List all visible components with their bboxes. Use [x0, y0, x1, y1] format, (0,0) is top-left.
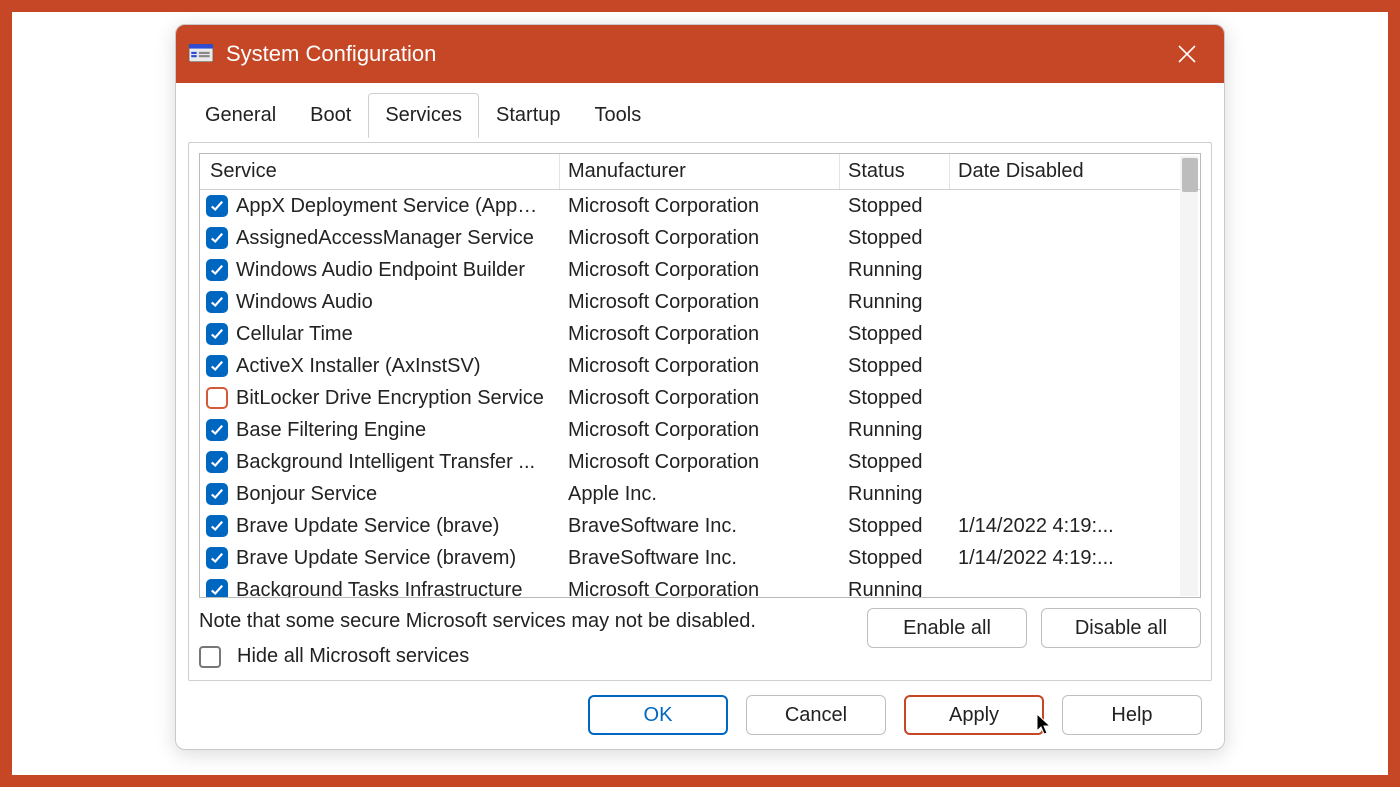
enable-all-button[interactable]: Enable all — [867, 608, 1027, 648]
service-date-disabled: 1/14/2022 4:19:... — [950, 547, 1200, 570]
service-checkbox[interactable] — [206, 419, 228, 441]
apply-button[interactable]: Apply — [904, 695, 1044, 735]
service-row[interactable]: Bonjour Service Apple Inc.Running — [200, 478, 1200, 510]
service-manufacturer: Microsoft Corporation — [560, 195, 840, 218]
service-row[interactable]: Background Intelligent Transfer ... Micro… — [200, 446, 1200, 478]
hide-microsoft-checkbox[interactable] — [199, 646, 221, 668]
tab-general[interactable]: General — [188, 93, 293, 138]
service-row[interactable]: Brave Update Service (brave) BraveSoftwar… — [200, 510, 1200, 542]
service-status: Running — [840, 419, 950, 442]
msconfig-icon — [188, 41, 214, 67]
secure-services-note: Note that some secure Microsoft services… — [199, 610, 855, 633]
services-table: Service Manufacturer Status Date Disable… — [199, 153, 1201, 598]
service-checkbox[interactable] — [206, 579, 228, 598]
tab-tools[interactable]: Tools — [578, 93, 659, 138]
header-manufacturer[interactable]: Manufacturer — [560, 154, 840, 189]
disable-all-button[interactable]: Disable all — [1041, 608, 1201, 648]
close-icon — [1177, 44, 1197, 64]
service-status: Running — [840, 291, 950, 314]
window-title: System Configuration — [226, 41, 1164, 67]
table-header: Service Manufacturer Status Date Disable… — [200, 154, 1200, 190]
service-status: Stopped — [840, 387, 950, 410]
service-status: Running — [840, 483, 950, 506]
service-manufacturer: Apple Inc. — [560, 483, 840, 506]
service-checkbox[interactable] — [206, 259, 228, 281]
tab-services[interactable]: Services — [368, 93, 479, 138]
service-row[interactable]: Windows Audio Microsoft CorporationRunnin… — [200, 286, 1200, 318]
service-row[interactable]: AppX Deployment Service (AppX... Microsof… — [200, 190, 1200, 222]
service-name: ActiveX Installer (AxInstSV) — [236, 355, 481, 378]
services-panel: Service Manufacturer Status Date Disable… — [188, 142, 1212, 681]
service-checkbox[interactable] — [206, 483, 228, 505]
service-manufacturer: Microsoft Corporation — [560, 387, 840, 410]
service-checkbox[interactable] — [206, 355, 228, 377]
service-status: Running — [840, 579, 950, 599]
service-status: Stopped — [840, 323, 950, 346]
service-manufacturer: Microsoft Corporation — [560, 451, 840, 474]
service-manufacturer: BraveSoftware Inc. — [560, 515, 840, 538]
service-row[interactable]: AssignedAccessManager Service Microsoft C… — [200, 222, 1200, 254]
help-button[interactable]: Help — [1062, 695, 1202, 735]
system-configuration-dialog: System Configuration GeneralBootServices… — [175, 24, 1225, 750]
titlebar: System Configuration — [176, 25, 1224, 83]
service-row[interactable]: Windows Audio Endpoint Builder Microsoft … — [200, 254, 1200, 286]
service-checkbox[interactable] — [206, 515, 228, 537]
service-manufacturer: Microsoft Corporation — [560, 323, 840, 346]
tab-strip: GeneralBootServicesStartupTools — [188, 91, 1212, 136]
service-checkbox[interactable] — [206, 451, 228, 473]
service-row[interactable]: Cellular Time Microsoft CorporationStoppe… — [200, 318, 1200, 350]
service-checkbox[interactable] — [206, 195, 228, 217]
service-row[interactable]: BitLocker Drive Encryption Service Micros… — [200, 382, 1200, 414]
vertical-scrollbar[interactable] — [1180, 156, 1198, 596]
service-manufacturer: Microsoft Corporation — [560, 291, 840, 314]
service-row[interactable]: Brave Update Service (bravem) BraveSoftwa… — [200, 542, 1200, 574]
service-name: Background Intelligent Transfer ... — [236, 451, 535, 474]
service-name: Background Tasks Infrastructure — [236, 579, 522, 599]
service-name: Brave Update Service (brave) — [236, 515, 499, 538]
service-checkbox[interactable] — [206, 323, 228, 345]
service-status: Stopped — [840, 355, 950, 378]
hide-microsoft-label: Hide all Microsoft services — [237, 645, 469, 668]
service-name: BitLocker Drive Encryption Service — [236, 387, 544, 410]
service-row[interactable]: Base Filtering Engine Microsoft Corporati… — [200, 414, 1200, 446]
service-checkbox[interactable] — [206, 547, 228, 569]
service-name: Brave Update Service (bravem) — [236, 547, 516, 570]
service-status: Stopped — [840, 195, 950, 218]
service-manufacturer: Microsoft Corporation — [560, 227, 840, 250]
close-button[interactable] — [1164, 32, 1210, 76]
service-date-disabled: 1/14/2022 4:19:... — [950, 515, 1200, 538]
service-status: Stopped — [840, 515, 950, 538]
service-name: Windows Audio Endpoint Builder — [236, 259, 525, 282]
service-name: Cellular Time — [236, 323, 353, 346]
header-status[interactable]: Status — [840, 154, 950, 189]
service-name: Base Filtering Engine — [236, 419, 426, 442]
scrollbar-thumb[interactable] — [1182, 158, 1198, 192]
service-manufacturer: BraveSoftware Inc. — [560, 547, 840, 570]
service-status: Stopped — [840, 227, 950, 250]
service-status: Stopped — [840, 451, 950, 474]
ok-button[interactable]: OK — [588, 695, 728, 735]
tab-boot[interactable]: Boot — [293, 93, 368, 138]
service-name: Bonjour Service — [236, 483, 377, 506]
service-name: AssignedAccessManager Service — [236, 227, 534, 250]
cancel-button[interactable]: Cancel — [746, 695, 886, 735]
tab-startup[interactable]: Startup — [479, 93, 577, 138]
service-status: Running — [840, 259, 950, 282]
service-row[interactable]: Background Tasks Infrastructure Microsoft… — [200, 574, 1200, 598]
service-checkbox[interactable] — [206, 291, 228, 313]
service-row[interactable]: ActiveX Installer (AxInstSV) Microsoft Co… — [200, 350, 1200, 382]
service-name: Windows Audio — [236, 291, 373, 314]
service-manufacturer: Microsoft Corporation — [560, 355, 840, 378]
header-service[interactable]: Service — [200, 154, 560, 189]
header-date-disabled[interactable]: Date Disabled — [950, 154, 1200, 189]
service-manufacturer: Microsoft Corporation — [560, 259, 840, 282]
service-manufacturer: Microsoft Corporation — [560, 419, 840, 442]
service-checkbox[interactable] — [206, 227, 228, 249]
service-name: AppX Deployment Service (AppX... — [236, 195, 546, 218]
service-manufacturer: Microsoft Corporation — [560, 579, 840, 599]
service-status: Stopped — [840, 547, 950, 570]
service-checkbox[interactable] — [206, 387, 228, 409]
